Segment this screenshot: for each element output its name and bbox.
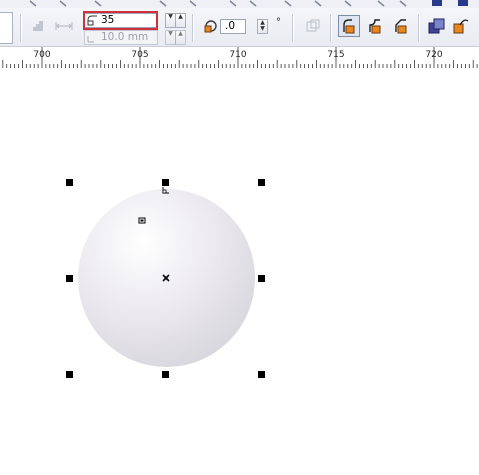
toolbar-separator [192, 14, 193, 42]
toolbar-separator [20, 14, 21, 42]
round-corner-button[interactable] [338, 15, 360, 37]
selection-handle-top-left[interactable] [66, 179, 73, 186]
chevron-down-icon[interactable]: ▼ [166, 31, 175, 37]
horizontal-ruler: 700 705 710 715 720 [0, 47, 479, 69]
property-bar: 35 ▼ ▲ 10.0 mm ▼ ▲ .0 ▲ ▼ ° [0, 0, 479, 47]
chevron-down-icon[interactable]: ▼ [258, 26, 267, 32]
corner-radius-spinner-up[interactable]: ▲ [175, 13, 186, 28]
selection-handle-top[interactable] [162, 179, 169, 186]
rotation-icon [204, 20, 217, 33]
scalloped-corner-button[interactable] [364, 15, 386, 37]
ruler-label: 700 [33, 50, 51, 60]
corner-radius-value: 35 [101, 14, 115, 26]
rotation-spinner[interactable]: ▲ ▼ [257, 19, 268, 34]
round-corner-icon [343, 19, 355, 34]
center-x-icon [162, 274, 170, 282]
chevron-down-icon[interactable]: ▼ [166, 14, 175, 20]
ruler-label: 715 [327, 50, 345, 60]
scale-input[interactable]: 10.0 mm [84, 30, 158, 45]
chevron-up-icon[interactable]: ▲ [176, 31, 185, 37]
relative-corner-icon[interactable] [305, 18, 321, 34]
ruler-label: 720 [425, 50, 443, 60]
ruler-label: 710 [229, 50, 247, 60]
toolbar-separator [330, 14, 331, 42]
corner-radius-icon [87, 15, 97, 26]
object-position-field[interactable] [0, 12, 13, 44]
scale-value: 10.0 mm [101, 31, 149, 43]
scale-spinner-up[interactable]: ▲ [175, 30, 186, 45]
corner-radius-input[interactable]: 35 [84, 13, 158, 28]
corner-node-icon[interactable] [138, 217, 146, 225]
selection-handle-bottom[interactable] [162, 371, 169, 378]
scalloped-corner-icon [369, 19, 381, 34]
selection-handle-right[interactable] [258, 275, 265, 282]
selection-handle-top-right[interactable] [258, 179, 265, 186]
rotation-value: .0 [225, 20, 236, 32]
chevron-up-icon[interactable]: ▲ [176, 14, 185, 20]
chamfered-corner-icon [395, 19, 407, 34]
arrange-order-icon[interactable] [428, 17, 446, 35]
horizontal-scale-icon[interactable] [55, 21, 73, 31]
scale-icon [87, 36, 94, 43]
rotation-input[interactable]: .0 [220, 19, 246, 34]
rotation-unit: ° [276, 17, 281, 28]
chamfered-corner-button[interactable] [390, 15, 412, 37]
toolbar-separator [292, 14, 293, 42]
stairs-icon[interactable] [30, 20, 44, 32]
node-handle-icon[interactable] [162, 186, 170, 194]
selection-handle-bottom-left[interactable] [66, 371, 73, 378]
toolbar-separator [418, 14, 419, 42]
ruler-label: 705 [131, 50, 149, 60]
convert-to-curves-icon[interactable] [452, 17, 470, 35]
selection-handle-left[interactable] [66, 275, 73, 282]
toolbar-top-icons-strip [0, 0, 479, 8]
selection-handle-bottom-right[interactable] [258, 371, 265, 378]
